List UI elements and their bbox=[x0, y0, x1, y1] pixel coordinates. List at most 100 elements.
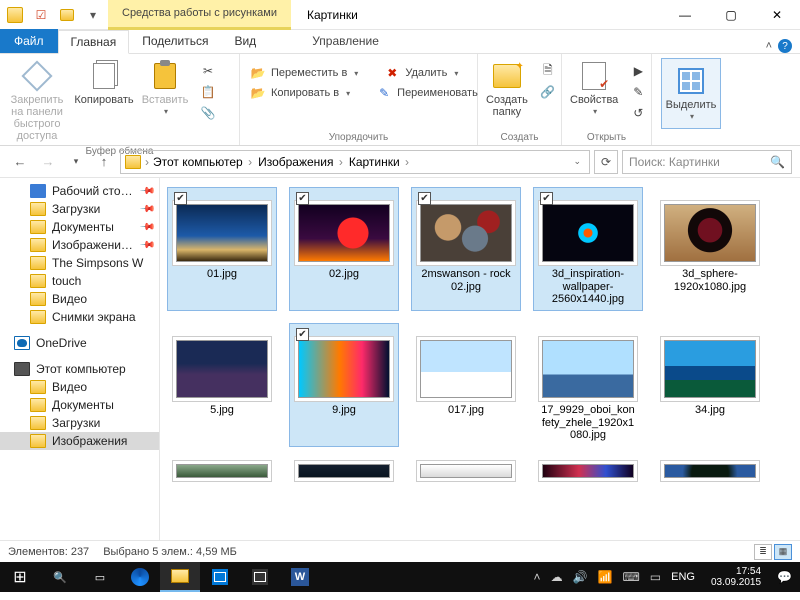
breadcrumb-pictures[interactable]: Картинки bbox=[349, 155, 411, 169]
copy-path-button[interactable]: 📋 bbox=[196, 83, 220, 101]
address-bar[interactable]: › Этот компьютер Изображения Картинки ⌄ bbox=[120, 150, 590, 174]
tree-item[interactable]: Документы📌 bbox=[0, 218, 159, 236]
tray-input-icon[interactable]: ⌨ bbox=[622, 570, 639, 584]
close-button[interactable]: ✕ bbox=[754, 0, 800, 30]
explorer-taskbar-button[interactable] bbox=[160, 562, 200, 592]
new-folder-button[interactable]: Создать папку bbox=[484, 58, 530, 120]
file-grid[interactable]: ✔01.jpg✔02.jpg✔2mswanson - rock 02.jpg✔3… bbox=[160, 178, 800, 540]
address-dropdown-icon[interactable]: ⌄ bbox=[569, 156, 585, 167]
minimize-button[interactable]: ― bbox=[662, 0, 708, 30]
tree-item[interactable]: Документы bbox=[0, 396, 159, 414]
search-taskbar-button[interactable]: 🔍 bbox=[40, 562, 80, 592]
recent-locations-button[interactable]: ▾ bbox=[64, 150, 88, 174]
thumbnail-image bbox=[298, 204, 390, 262]
history-button[interactable]: ↺ bbox=[626, 104, 650, 122]
tray-chevron-icon[interactable]: ˄ bbox=[534, 570, 541, 584]
tab-home[interactable]: Главная bbox=[58, 30, 130, 54]
tab-manage[interactable]: Управление bbox=[299, 29, 392, 53]
tab-file[interactable]: Файл bbox=[0, 29, 58, 53]
tree-item[interactable]: Изображения bbox=[0, 432, 159, 450]
qat-properties-icon[interactable]: ☑ bbox=[30, 4, 52, 26]
breadcrumb-images[interactable]: Изображения bbox=[258, 155, 345, 169]
tray-network-icon[interactable]: 📶 bbox=[598, 570, 613, 584]
tray-language[interactable]: ENG bbox=[671, 571, 695, 583]
file-thumbnail[interactable]: ✔9.jpg bbox=[290, 324, 398, 446]
tree-item[interactable]: Рабочий сто…📌 bbox=[0, 182, 159, 200]
ribbon-collapse-icon[interactable]: ˄ bbox=[766, 40, 772, 52]
checkbox-icon[interactable]: ✔ bbox=[540, 192, 553, 205]
tree-item[interactable]: Видео bbox=[0, 290, 159, 308]
delete-button[interactable]: ✖Удалить▾ bbox=[380, 64, 462, 82]
checkbox-icon[interactable]: ✔ bbox=[174, 192, 187, 205]
move-to-button[interactable]: 📂Переместить в▾ bbox=[246, 64, 362, 82]
edge-taskbar-button[interactable] bbox=[120, 562, 160, 592]
new-item-button[interactable]: 🗎 bbox=[536, 62, 560, 80]
store2-taskbar-button[interactable] bbox=[240, 562, 280, 592]
file-thumbnail[interactable]: ✔02.jpg bbox=[290, 188, 398, 310]
file-thumbnail[interactable]: 017.jpg bbox=[412, 324, 520, 446]
forward-button[interactable]: → bbox=[36, 150, 60, 174]
task-view-button[interactable]: ▭ bbox=[80, 562, 120, 592]
file-thumbnail[interactable]: 5.jpg bbox=[168, 324, 276, 446]
view-thumbnails-button[interactable]: ▦ bbox=[774, 544, 792, 560]
refresh-button[interactable]: ⟳ bbox=[594, 150, 618, 174]
copy-button[interactable]: Копировать bbox=[74, 58, 134, 108]
tray-clock[interactable]: 17:54 03.09.2015 bbox=[705, 566, 767, 588]
edit-button[interactable]: ✎ bbox=[626, 83, 650, 101]
paste-shortcut-button[interactable]: 📎 bbox=[196, 104, 220, 122]
word-taskbar-button[interactable]: W bbox=[280, 562, 320, 592]
checkbox-icon[interactable]: ✔ bbox=[296, 328, 309, 341]
breadcrumb-pc[interactable]: Этот компьютер bbox=[153, 155, 254, 169]
tray-defender-icon[interactable]: ▭ bbox=[650, 570, 661, 584]
search-input[interactable]: Поиск: Картинки 🔍 bbox=[622, 150, 792, 174]
thumbnail-image bbox=[176, 204, 268, 262]
qat-customize-icon[interactable]: ▾ bbox=[82, 4, 104, 26]
tray-notifications-icon[interactable]: 💬 bbox=[777, 570, 792, 584]
file-thumbnail[interactable] bbox=[656, 460, 764, 482]
tree-item[interactable]: Загрузки📌 bbox=[0, 200, 159, 218]
checkbox-icon[interactable]: ✔ bbox=[296, 192, 309, 205]
tree-item[interactable]: Снимки экрана bbox=[0, 308, 159, 326]
rename-button[interactable]: ✎Переименовать bbox=[372, 84, 482, 102]
file-thumbnail[interactable]: 17_9929_oboi_konfety_zhele_1920x1080.jpg bbox=[534, 324, 642, 446]
qat-newfolder-icon[interactable] bbox=[56, 4, 78, 26]
help-icon[interactable]: ? bbox=[778, 39, 792, 53]
back-button[interactable]: ← bbox=[8, 150, 32, 174]
tree-item[interactable]: touch bbox=[0, 272, 159, 290]
cut-button[interactable]: ✂ bbox=[196, 62, 220, 80]
file-thumbnail[interactable]: ✔01.jpg bbox=[168, 188, 276, 310]
tree-item[interactable]: Видео bbox=[0, 378, 159, 396]
tree-item[interactable]: Загрузки bbox=[0, 414, 159, 432]
file-thumbnail[interactable] bbox=[534, 460, 642, 482]
copy-to-button[interactable]: 📂Копировать в▾ bbox=[246, 84, 354, 102]
up-button[interactable]: ↑ bbox=[92, 150, 116, 174]
paste-button[interactable]: Вставить▾ bbox=[140, 58, 190, 119]
properties-button[interactable]: Свойства▾ bbox=[568, 58, 620, 119]
file-thumbnail[interactable] bbox=[168, 460, 276, 482]
easy-access-button[interactable]: 🔗 bbox=[536, 83, 560, 101]
file-thumbnail[interactable]: 3d_sphere-1920x1080.jpg bbox=[656, 188, 764, 310]
store-taskbar-button[interactable] bbox=[200, 562, 240, 592]
checkbox-icon[interactable]: ✔ bbox=[418, 192, 431, 205]
pin-quick-access-button[interactable]: Закрепить на панели быстрого доступа bbox=[6, 58, 68, 144]
file-thumbnail[interactable]: ✔3d_inspiration-wallpaper-2560x1440.jpg bbox=[534, 188, 642, 310]
pin-icon: 📌 bbox=[138, 201, 155, 218]
tray-onedrive-icon[interactable]: ☁ bbox=[551, 570, 563, 584]
file-thumbnail[interactable] bbox=[290, 460, 398, 482]
open-button[interactable]: ▶ bbox=[626, 62, 650, 80]
tray-volume-icon[interactable]: 🔊 bbox=[573, 570, 588, 584]
tree-item[interactable]: The Simpsons W bbox=[0, 254, 159, 272]
tree-item[interactable]: Этот компьютер bbox=[0, 360, 159, 378]
tree-item[interactable]: OneDrive bbox=[0, 334, 159, 352]
tree-item[interactable]: Изображени…📌 bbox=[0, 236, 159, 254]
select-button[interactable]: Выделить▾ bbox=[661, 58, 721, 129]
nav-tree[interactable]: Рабочий сто…📌Загрузки📌Документы📌Изображе… bbox=[0, 178, 160, 540]
file-thumbnail[interactable]: 34.jpg bbox=[656, 324, 764, 446]
start-button[interactable]: ⊞ bbox=[0, 562, 40, 592]
tab-share[interactable]: Поделиться bbox=[129, 29, 221, 53]
maximize-button[interactable]: ▢ bbox=[708, 0, 754, 30]
file-thumbnail[interactable]: ✔2mswanson - rock 02.jpg bbox=[412, 188, 520, 310]
tab-view[interactable]: Вид bbox=[221, 29, 269, 53]
file-thumbnail[interactable] bbox=[412, 460, 520, 482]
view-details-button[interactable]: ≣ bbox=[754, 544, 772, 560]
